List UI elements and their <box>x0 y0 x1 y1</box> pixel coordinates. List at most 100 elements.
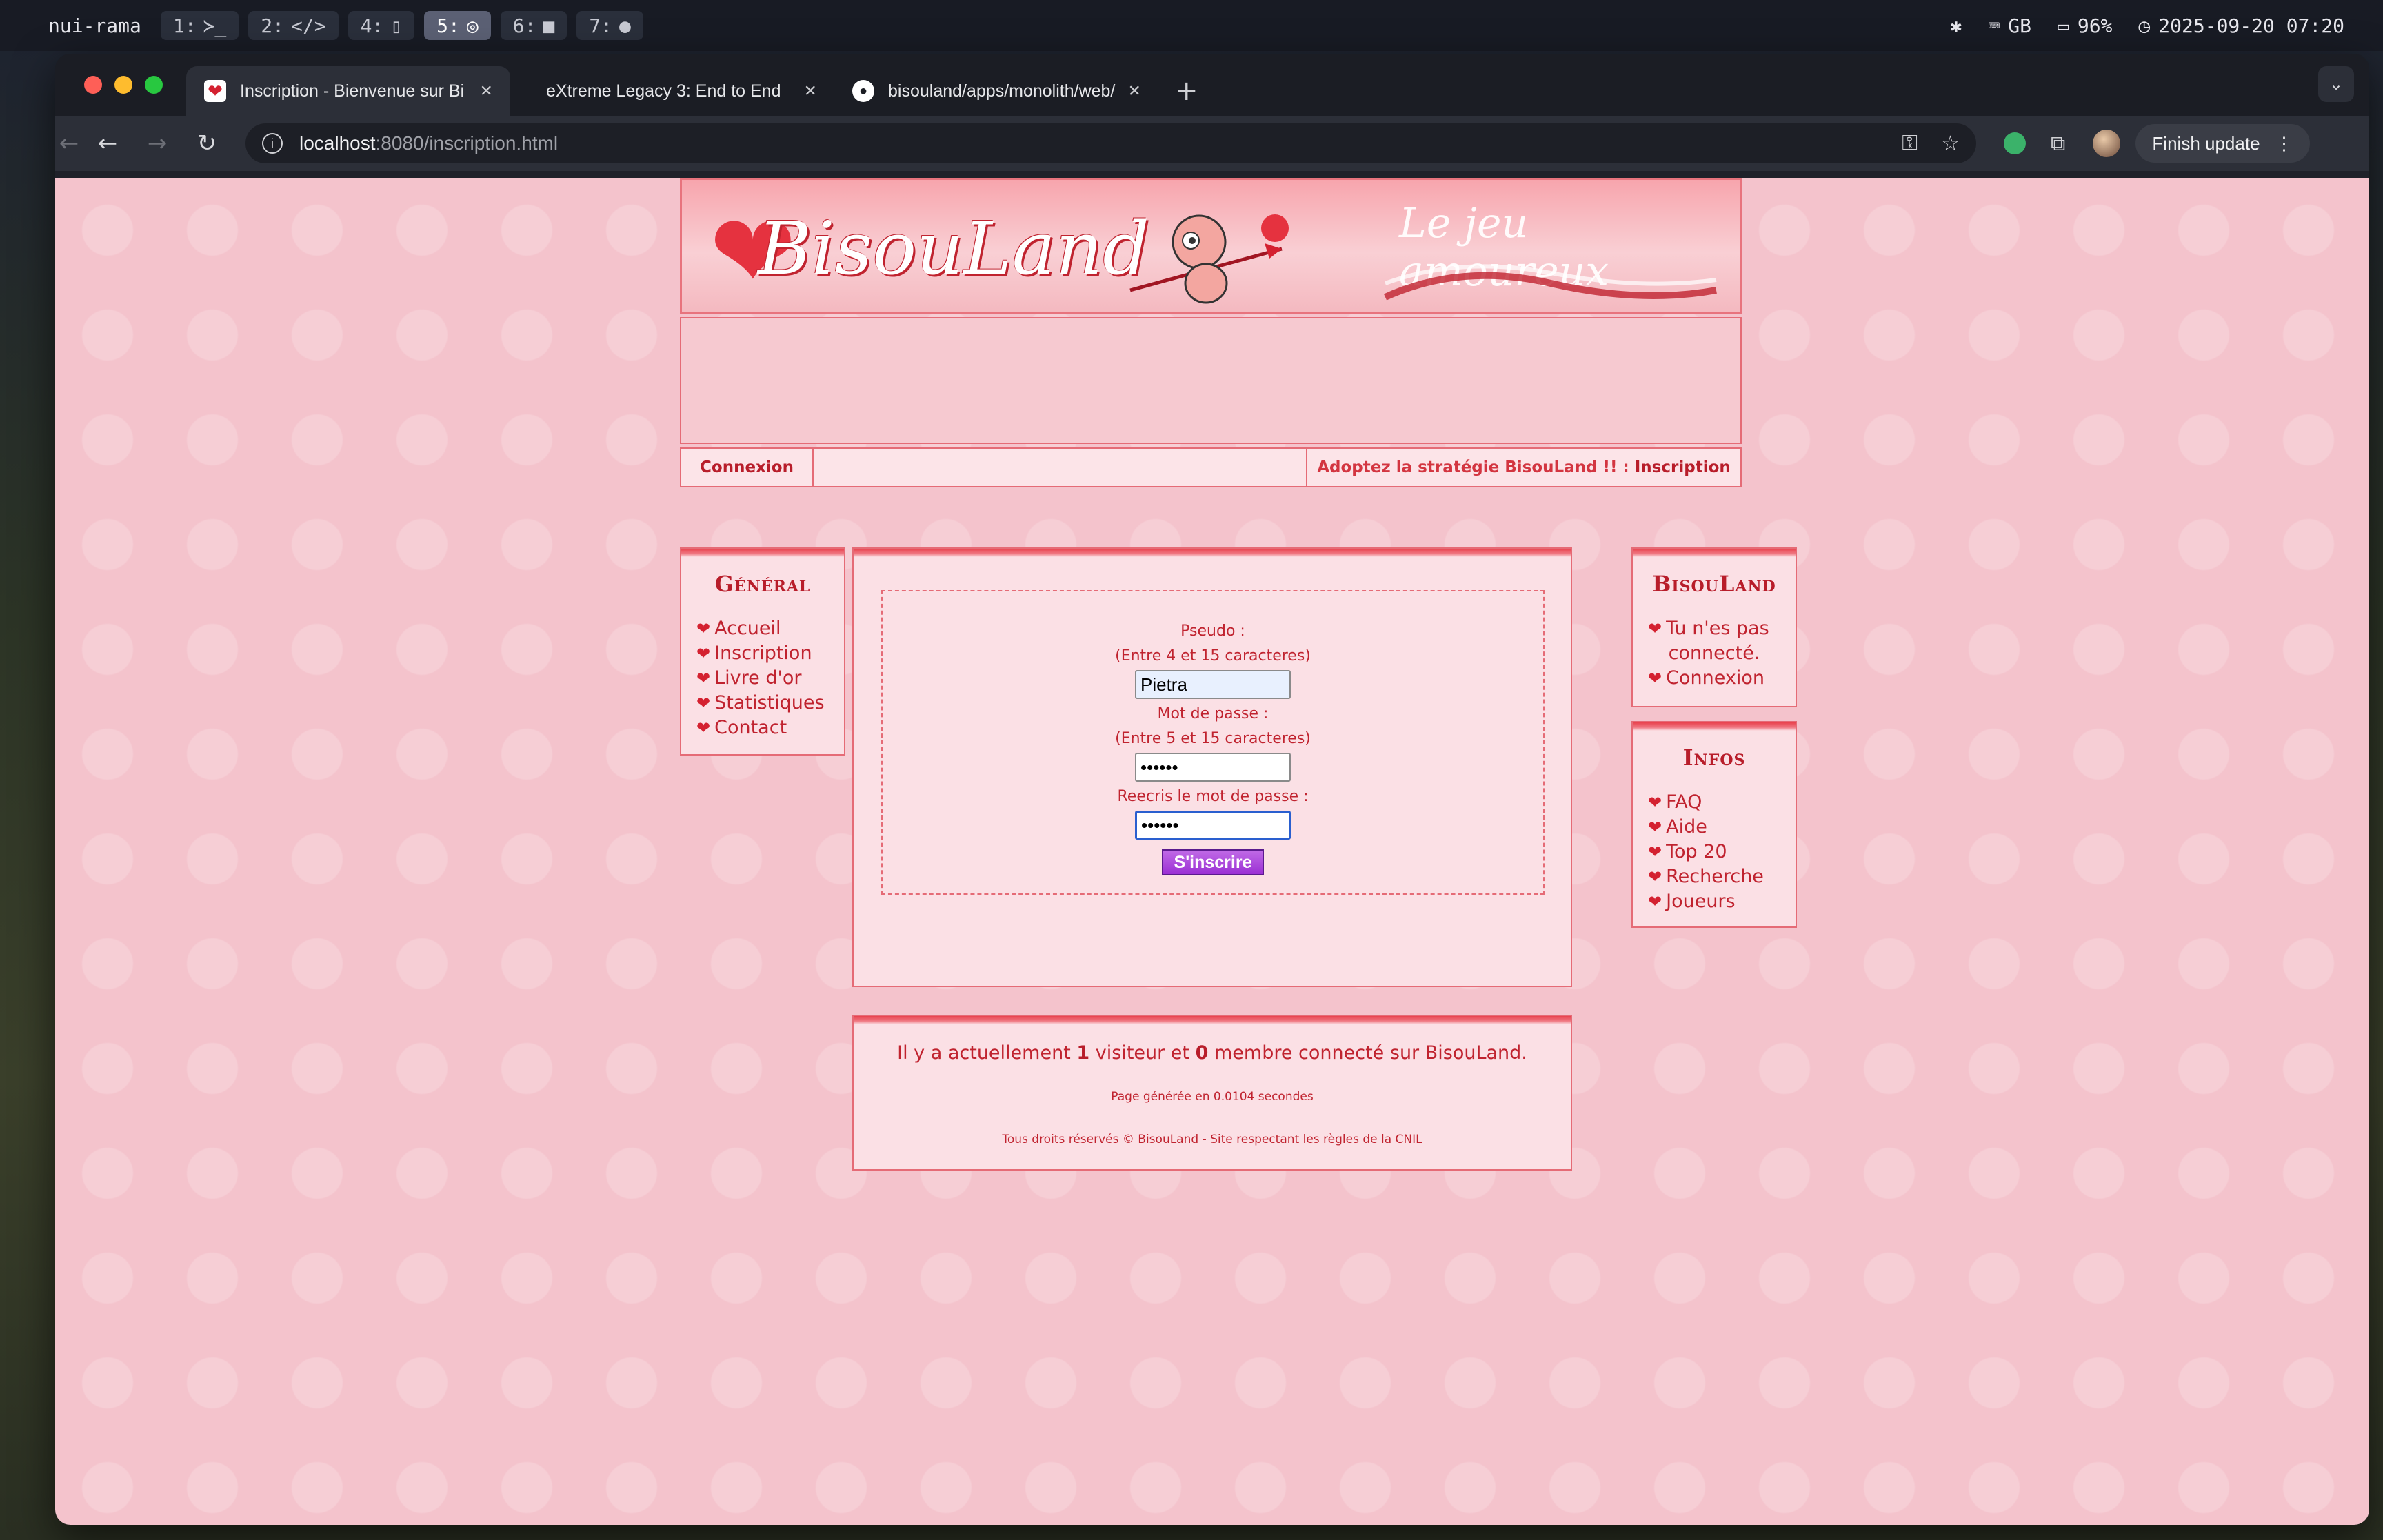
menu-item-aide[interactable]: ❤ Aide <box>1648 815 1796 840</box>
hostname-label: nui-rama <box>48 14 141 37</box>
menu-infos-title: Infos <box>1682 744 1746 771</box>
online-mid: visiteur et <box>1095 1042 1190 1064</box>
workspace-4[interactable]: 4: ▯ <box>348 11 415 40</box>
site-info-icon[interactable]: i <box>262 133 283 154</box>
close-window-button[interactable] <box>84 76 102 94</box>
generation-time: Page générée en 0.0104 secondes <box>1111 1090 1314 1104</box>
keyboard-label: GB <box>2008 14 2031 37</box>
menu-item-inscription[interactable]: ❤ Inscription <box>696 641 844 666</box>
workspace-5[interactable]: 5: ◎ <box>424 11 491 40</box>
menu-bisouland-title: BisouLand <box>1652 571 1776 597</box>
extensions-puzzle-icon[interactable]: ⧉ <box>2051 132 2065 156</box>
menu-item-livre-dor[interactable]: ❤ Livre d'or <box>696 666 844 691</box>
menu-item-top20[interactable]: ❤ Top 20 <box>1648 840 1796 864</box>
heart-icon: ❤ <box>696 693 711 713</box>
visitor-count: 1 <box>1076 1042 1090 1064</box>
forward-button[interactable]: → <box>132 130 182 157</box>
pseudo-hint: (Entre 4 et 15 caracteres) <box>1115 647 1311 665</box>
tab-extreme-legacy[interactable]: eXtreme Legacy 3: End to End × <box>510 66 834 116</box>
menu-item-label: Joueurs <box>1666 891 1736 912</box>
tab-title: eXtreme Legacy 3: End to End <box>546 81 781 101</box>
workspace-1[interactable]: 1: ≻_ <box>160 11 239 40</box>
menu-infos: Infos ❤ FAQ ❤ Aide ❤ Top 20 ❤ Recherche ❤ Jou… <box>1631 721 1797 928</box>
navbar-promo-text: Adoptez la stratégie BisouLand !! : <box>1317 458 1629 476</box>
navbar-login-link[interactable]: Connexion <box>700 458 794 476</box>
extension-icon[interactable] <box>2004 132 2026 154</box>
reload-button[interactable]: ↻ <box>182 130 232 157</box>
menu-item-recherche[interactable]: ❤ Recherche <box>1648 864 1796 889</box>
clock-label: 2025-09-20 07:20 <box>2158 14 2344 37</box>
heart-icon: ❤ <box>1648 867 1662 886</box>
zoom-window-button[interactable] <box>145 76 163 94</box>
bookmark-star-icon[interactable]: ☆ <box>1941 132 1960 156</box>
menu-item-joueurs[interactable]: ❤ Joueurs <box>1648 889 1796 914</box>
music-icon: ● <box>619 14 631 37</box>
menu-item-faq[interactable]: ❤ FAQ <box>1648 790 1796 815</box>
tab-github[interactable]: ● bisouland/apps/monolith/web/ × <box>834 66 1158 116</box>
heart-icon: ❤ <box>696 669 711 688</box>
keyboard-icon: ⌨ <box>1988 14 2000 37</box>
menu-item-contact[interactable]: ❤ Contact <box>696 716 844 740</box>
close-tab-icon[interactable]: × <box>480 79 492 103</box>
navbar-empty-cell <box>814 449 1307 486</box>
profile-avatar[interactable] <box>2093 130 2121 157</box>
workspace-2[interactable]: 2: </> <box>248 11 339 40</box>
heart-icon: ❤ <box>1648 842 1662 862</box>
password-input[interactable] <box>1135 753 1291 782</box>
panel-stripe <box>1633 549 1796 557</box>
menu-item-statistiques[interactable]: ❤ Statistiques <box>696 691 844 716</box>
menu-item-connexion[interactable]: ❤ Connexion <box>1648 666 1796 691</box>
battery-status[interactable]: ▭ 96% <box>2058 14 2112 37</box>
back-icon[interactable]: ← <box>83 130 132 157</box>
os-menubar: nui-rama 1: ≻_ 2: </> 4: ▯ 5: ◎ 6: ■ 7: ● ✱ ⌨ G… <box>0 0 2383 51</box>
menu-item-label: Inscription <box>714 642 812 664</box>
menu-item-label: FAQ <box>1666 791 1702 813</box>
minimize-window-button[interactable] <box>114 76 132 94</box>
clock[interactable]: ◷ 2025-09-20 07:20 <box>2138 14 2344 37</box>
terminal-icon: ≻_ <box>203 14 227 37</box>
signup-form: Pseudo : (Entre 4 et 15 caracteres) Mot … <box>881 590 1545 895</box>
menu-item-accueil[interactable]: ❤ Accueil <box>696 616 844 641</box>
browser-window: ❤ Inscription - Bienvenue sur Bi × eXtre… <box>55 54 2369 1525</box>
password-hint: (Entre 5 et 15 caracteres) <box>1115 730 1311 747</box>
login-status-cont: connecté. <box>1648 641 1796 666</box>
menu-item-label: Statistiques <box>714 692 825 713</box>
tab-search-button[interactable]: ⌄ <box>2318 66 2354 102</box>
pseudo-input[interactable] <box>1135 670 1291 699</box>
workspace-number: 2: <box>261 14 285 37</box>
finish-update-button[interactable]: Finish update ⋮ <box>2135 124 2310 163</box>
window-controls <box>84 76 163 94</box>
menu-item-label: Aide <box>1666 816 1707 838</box>
signup-submit-button[interactable]: S'inscrire <box>1162 849 1264 875</box>
online-counter: Il y a actuellement 1 visiteur et 0 memb… <box>854 1042 1571 1064</box>
new-tab-button[interactable]: + <box>1175 66 1198 116</box>
ad-area <box>680 317 1742 444</box>
pseudo-label: Pseudo : <box>1180 622 1245 640</box>
tab-inscription[interactable]: ❤ Inscription - Bienvenue sur Bi × <box>186 66 510 116</box>
workspace-number: 1: <box>172 14 197 37</box>
panel-stripe <box>1633 722 1796 731</box>
navbar-signup-link[interactable]: Inscription <box>1635 458 1731 476</box>
slack-icon[interactable]: ✱ <box>1951 14 1962 37</box>
workspace-6[interactable]: 6: ■ <box>500 11 567 40</box>
close-tab-icon[interactable]: × <box>804 79 816 103</box>
more-menu-icon: ⋮ <box>2275 132 2293 154</box>
back-button[interactable]: ← <box>55 130 83 157</box>
confirm-password-input[interactable] <box>1135 811 1291 840</box>
login-status-line1: Tu n'es pas <box>1666 618 1769 639</box>
tab-strip: ❤ Inscription - Bienvenue sur Bi × eXtre… <box>55 54 2369 116</box>
panel-stripe <box>681 549 844 557</box>
keyboard-layout[interactable]: ⌨ GB <box>1988 14 2031 37</box>
online-suffix: membre connecté sur BisouLand. <box>1214 1042 1527 1064</box>
close-tab-icon[interactable]: × <box>1128 79 1140 103</box>
tab-title: Inscription - Bienvenue sur Bi <box>240 81 465 101</box>
address-bar[interactable]: i localhost:8080/inscription.html ⚿ ☆ <box>245 123 1976 163</box>
workspace-7[interactable]: 7: ● <box>576 11 643 40</box>
menu-item-label: Top 20 <box>1666 841 1727 862</box>
menu-item-label: Accueil <box>714 618 781 639</box>
page-viewport: ❤ BisouLand Le jeu amoureux Connexion Ad… <box>55 178 2369 1525</box>
menu-general-title: Général <box>714 571 811 597</box>
phone-icon: ▯ <box>390 14 403 37</box>
menu-item-label: Livre d'or <box>714 667 802 689</box>
password-key-icon[interactable]: ⚿ <box>1902 132 1918 156</box>
